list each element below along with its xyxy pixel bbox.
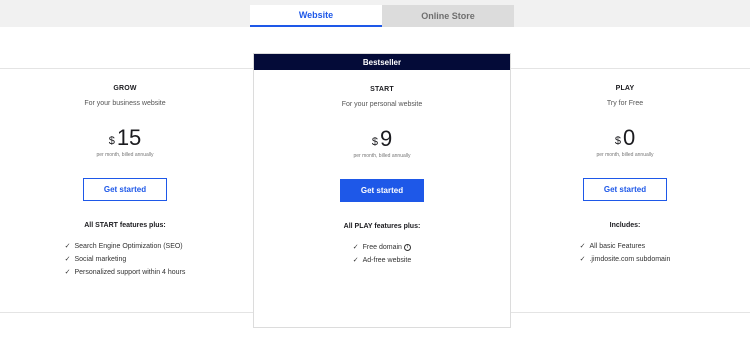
plan-price: $ 15 [0, 127, 250, 149]
list-item: ✓ Social marketing [65, 253, 186, 266]
features-title: All START features plus: [84, 222, 166, 229]
feature-text: Search Engine Optimization (SEO) [74, 243, 183, 250]
features-title: Includes: [609, 222, 641, 229]
currency-symbol: $ [108, 135, 115, 147]
plan-price: $ 0 [500, 127, 750, 149]
check-icon: ✓ [64, 256, 71, 263]
bestseller-badge: Bestseller [254, 54, 510, 70]
feature-text: Ad-free website [362, 257, 412, 264]
check-icon: ✓ [579, 256, 586, 263]
list-item: ✓ Free domain i [353, 241, 412, 254]
plan-name: START [370, 86, 394, 93]
feature-text: Social marketing [74, 256, 127, 263]
plan-subtitle: For your business website [84, 100, 166, 107]
plan-card-grow: GROW For your business website $ 15 per … [0, 68, 250, 313]
check-icon: ✓ [352, 244, 359, 251]
list-item: ✓ .jimdosite.com subdomain [580, 253, 671, 266]
billing-note: per month, billed annually [96, 152, 154, 158]
plan-subtitle: For your personal website [341, 101, 423, 108]
billing-note: per month, billed annually [596, 152, 654, 158]
plan-card-play: PLAY Try for Free $ 0 per month, billed … [500, 68, 750, 313]
currency-symbol: $ [371, 136, 378, 148]
plan-name: PLAY [615, 85, 635, 92]
feature-list: ✓ Search Engine Optimization (SEO) ✓ Socia… [65, 240, 186, 279]
tab-website[interactable]: Website [250, 5, 382, 27]
billing-note: per month, billed annually [353, 153, 411, 159]
feature-list: ✓ All basic Features ✓ .jimdosite.com subd… [580, 240, 671, 266]
get-started-button-start[interactable]: Get started [340, 179, 424, 202]
list-item: ✓ All basic Features [580, 240, 671, 253]
feature-text: Free domain [362, 244, 402, 251]
info-icon[interactable]: i [403, 244, 411, 251]
check-icon: ✓ [64, 243, 71, 250]
plan-price: $ 9 [254, 128, 510, 150]
check-icon: ✓ [64, 269, 71, 276]
plan-name: GROW [113, 85, 137, 92]
features-title: All PLAY features plus: [343, 223, 421, 230]
tab-online-store[interactable]: Online Store [382, 5, 514, 27]
list-item: ✓ Search Engine Optimization (SEO) [65, 240, 186, 253]
plan-subtitle: Try for Free [606, 100, 644, 107]
price-amount: 9 [379, 126, 393, 151]
plan-card-start: Bestseller START For your personal websi… [253, 53, 511, 328]
price-amount: 15 [116, 125, 142, 150]
check-icon: ✓ [352, 257, 359, 264]
feature-text: All basic Features [589, 243, 646, 250]
feature-list: ✓ Free domain i ✓ Ad-free website [353, 241, 412, 267]
price-amount: 0 [622, 125, 636, 150]
get-started-button-grow[interactable]: Get started [83, 178, 167, 201]
feature-text: Personalized support within 4 hours [74, 269, 186, 276]
feature-text: .jimdosite.com subdomain [589, 256, 671, 263]
currency-symbol: $ [614, 135, 621, 147]
get-started-button-play[interactable]: Get started [583, 178, 667, 201]
check-icon: ✓ [579, 243, 586, 250]
list-item: ✓ Ad-free website [353, 254, 412, 267]
list-item: ✓ Personalized support within 4 hours [65, 266, 186, 279]
